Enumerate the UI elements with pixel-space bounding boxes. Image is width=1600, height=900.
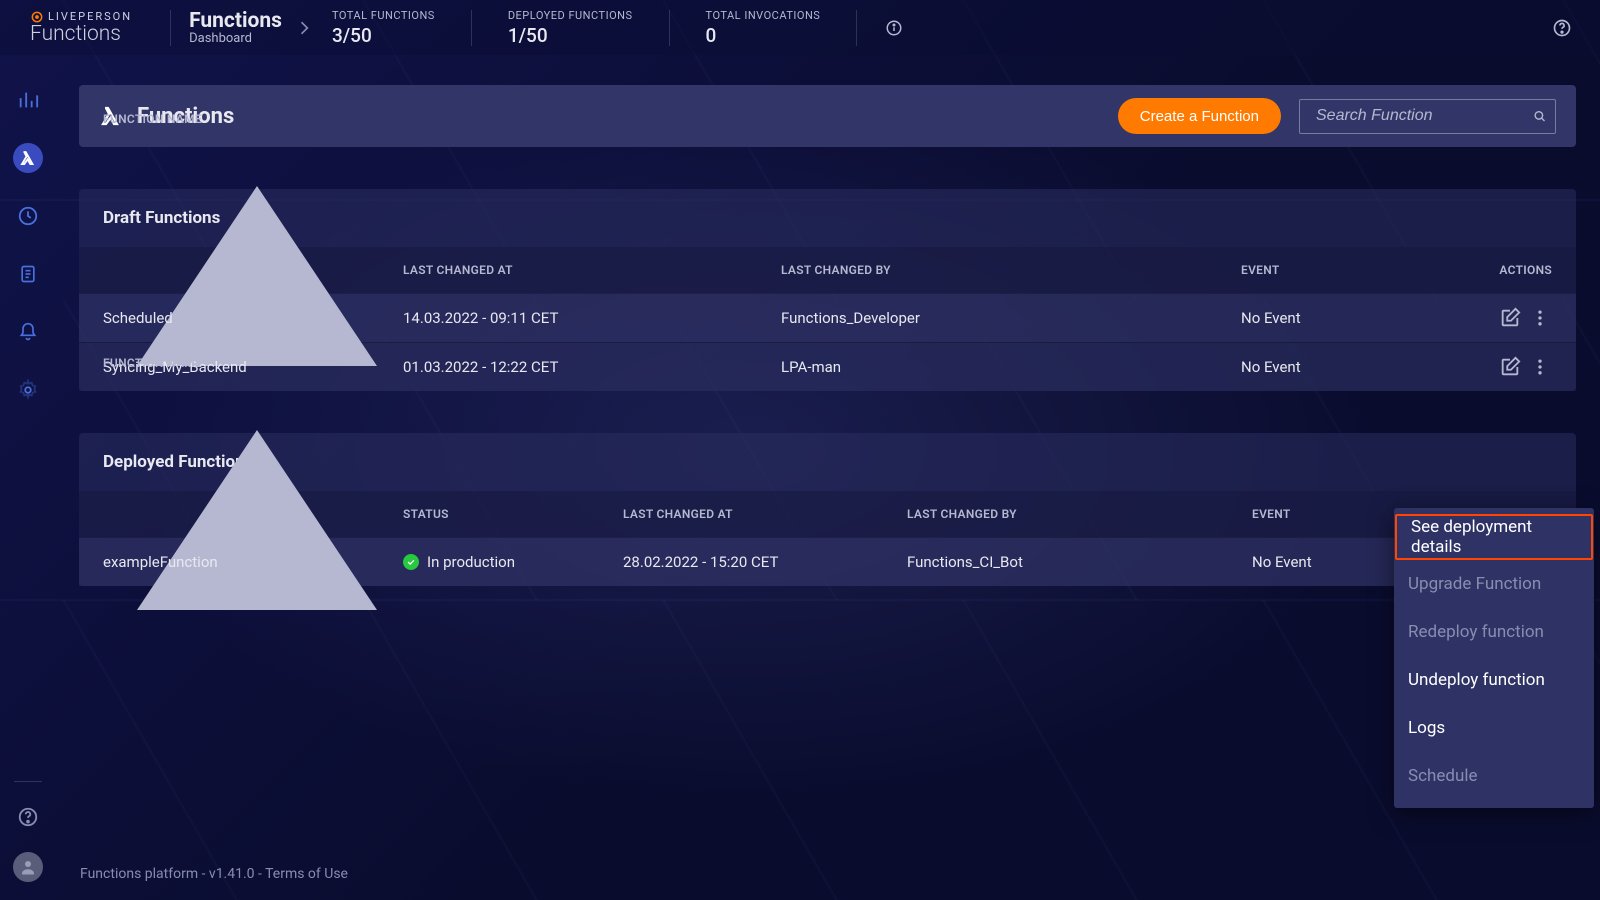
menu-item: Redeploy function [1394,608,1594,656]
main-content: Functions Create a Function Draft Functi… [55,55,1600,900]
top-bar: LIVEPERSON Functions Functions Dashboard… [0,0,1600,55]
edit-icon[interactable] [1498,306,1522,330]
avatar[interactable] [13,852,43,882]
footer-terms-link[interactable]: Terms of Use [265,866,348,882]
brand-name-bottom: Functions [30,22,132,46]
col-event[interactable]: EVENT [1241,263,1451,277]
footer: Functions platform - v1.41.0 - Terms of … [80,866,348,882]
cell-event: No Event [1241,358,1451,376]
gear-icon[interactable] [13,375,43,405]
search-input-wrap[interactable] [1299,99,1556,134]
divider [471,10,472,46]
cell-status: In production [403,553,623,571]
deployed-table-header: FUNCTION NAME STATUS LAST CHANGED AT LAS… [79,491,1576,537]
cell-changed-at: 28.02.2022 - 15:20 CET [623,553,907,571]
cell-changed-at: 01.03.2022 - 12:22 CET [403,358,781,376]
cell-event: No Event [1241,309,1451,327]
menu-item: Upgrade Function [1394,560,1594,608]
stat-deployed-functions: DEPLOYED FUNCTIONS 1/50 [508,9,633,47]
stat-total-functions: TOTAL FUNCTIONS 3/50 [332,9,435,47]
cell-name: exampleFunction [103,553,403,571]
more-vert-icon[interactable] [1528,306,1552,330]
menu-item[interactable]: Logs [1394,704,1594,752]
bar-chart-icon[interactable] [13,85,43,115]
divider [856,10,857,46]
breadcrumb-subtitle: Dashboard [189,31,282,46]
search-icon[interactable] [1532,105,1547,127]
cell-name: Scheduled [103,309,403,327]
info-icon[interactable] [885,19,903,37]
col-function-name[interactable]: FUNCTION NAME [103,356,403,673]
col-status[interactable]: STATUS [403,507,623,521]
divider [669,10,670,46]
more-vert-icon[interactable] [1528,355,1552,379]
cell-changed-by: LPA-man [781,358,1241,376]
col-event[interactable]: EVENT [1252,507,1417,521]
menu-item: Schedule [1394,752,1594,800]
footer-version: Functions platform - v1.41.0 [80,866,255,882]
clock-icon[interactable] [13,201,43,231]
brand-logo: LIVEPERSON Functions [30,10,132,46]
breadcrumb: Functions Dashboard [189,9,314,46]
col-actions: ACTIONS [1451,263,1552,277]
help-icon[interactable] [13,802,43,832]
menu-item[interactable]: Undeploy function [1394,656,1594,704]
col-changed-by[interactable]: LAST CHANGED BY [781,263,1241,277]
divider [170,10,171,46]
document-icon[interactable] [13,259,43,289]
rail-divider [14,781,42,782]
cell-changed-by: Functions_CI_Bot [907,553,1252,571]
sort-asc-icon [107,659,407,673]
edit-icon[interactable] [1498,355,1522,379]
chevron-right-icon [294,18,314,38]
lambda-icon[interactable] [13,143,43,173]
cell-changed-at: 14.03.2022 - 09:11 CET [403,309,781,327]
col-changed-at[interactable]: LAST CHANGED AT [403,263,781,277]
stat-total-invocations: TOTAL INVOCATIONS 0 [706,9,821,47]
help-icon[interactable] [1552,18,1572,38]
status-ok-icon [403,554,419,570]
left-rail [0,55,55,900]
search-input[interactable] [1314,106,1526,126]
draft-table-header: FUNCTION NAME LAST CHANGED AT LAST CHANG… [79,247,1576,293]
col-changed-by[interactable]: LAST CHANGED BY [907,507,1252,521]
breadcrumb-title: Functions [189,9,282,33]
cell-changed-by: Functions_Developer [781,309,1241,327]
bell-icon[interactable] [13,317,43,347]
col-changed-at[interactable]: LAST CHANGED AT [623,507,907,521]
deployed-functions-section: Deployed Functions FUNCTION NAME STATUS … [79,433,1576,586]
menu-item[interactable]: See deployment details [1395,514,1593,560]
create-function-button[interactable]: Create a Function [1118,98,1281,134]
actions-context-menu: See deployment detailsUpgrade FunctionRe… [1394,508,1594,808]
cell-event: No Event [1252,553,1417,571]
